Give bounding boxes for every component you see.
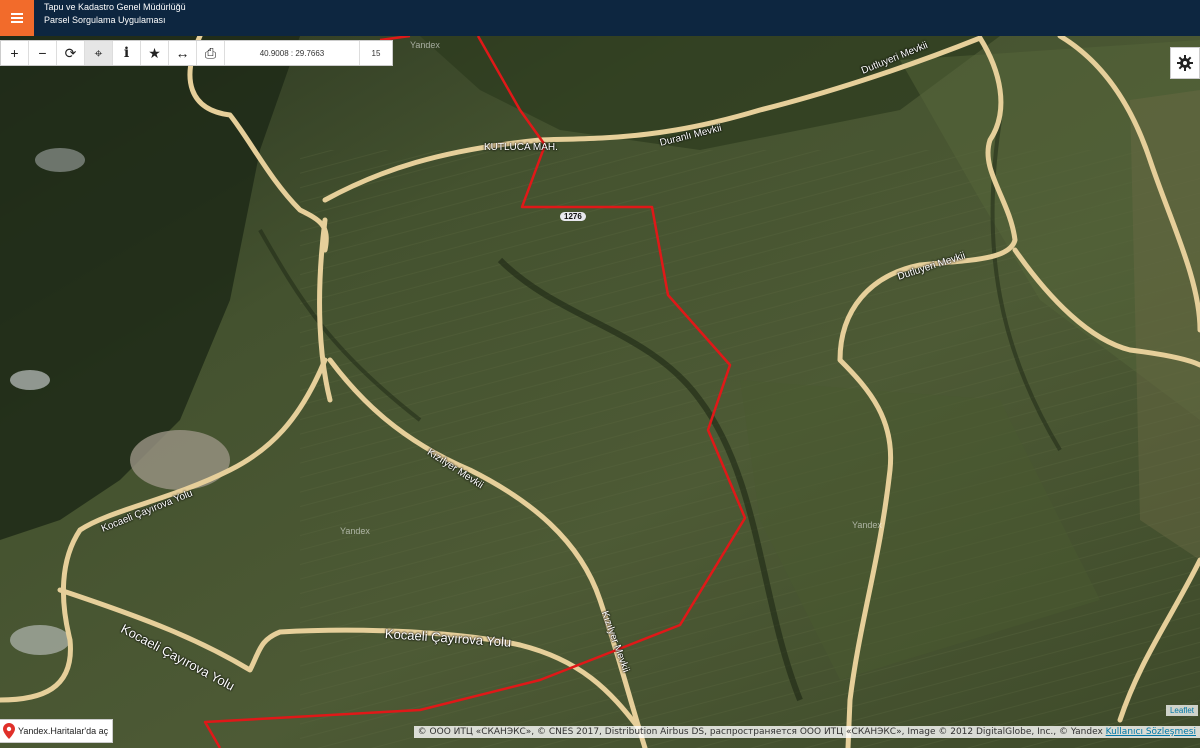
yandex-watermark: Yandex [340,526,370,536]
zoom-out-icon: − [38,45,47,61]
map-canvas[interactable] [0,36,1200,748]
yandex-watermark: Yandex [852,520,882,530]
terms-link[interactable]: Kullanıcı Sözleşmesi [1106,727,1196,737]
locality-label: KUTLUCA MAH. [484,142,558,153]
hamburger-icon [11,13,23,23]
leaflet-link[interactable]: Leaflet [1165,705,1198,716]
favorite-button[interactable]: ★ [141,41,169,65]
print-icon: ⎙ [204,44,217,61]
info-button[interactable]: i [113,41,141,65]
measure-icon: ↔ [175,45,190,61]
settings-button[interactable] [1170,47,1200,79]
satellite-map[interactable]: Dutluyeri Mevkii Duranlı Mevkii KUTLUCA … [0,36,1200,748]
locate-icon: ⌖ [94,44,103,61]
measure-button[interactable]: ↔ [169,41,197,65]
zoom-in-button[interactable]: + [1,41,29,65]
menu-button[interactable] [0,0,34,36]
app-title: Tapu ve Kadastro Genel Müdürlüğü [44,2,186,12]
app-header: Tapu ve Kadastro Genel Müdürlüğü Parsel … [0,0,1200,36]
refresh-button[interactable]: ⟳ [57,41,85,65]
gear-icon [1177,55,1193,71]
map-toolbar: + − ⟳ ⌖ i ★ ↔ ⎙ 40.9008 : 29.7663 15 [0,40,393,66]
zoom-out-button[interactable]: − [29,41,57,65]
map-attribution: © ООО ИТЦ «СКАНЭКС», © CNES 2017, Distri… [413,726,1200,738]
refresh-icon: ⟳ [64,44,77,61]
app-subtitle: Parsel Sorgulama Uygulaması [44,15,166,25]
attribution-text: © ООО ИТЦ «СКАНЭКС», © CNES 2017, Distri… [417,727,1106,737]
info-icon: i [123,45,130,61]
yandex-watermark: Yandex [410,40,440,50]
print-button[interactable]: ⎙ [197,41,225,65]
parcel-number-label[interactable]: 1276 [560,212,586,221]
coordinates-readout: 40.9008 : 29.7663 [225,41,360,65]
open-in-yandex-label: Yandex.Haritalar'da aç [18,726,109,736]
map-pin-icon [3,723,15,739]
locate-button[interactable]: ⌖ [85,41,113,65]
star-icon: ★ [148,44,161,61]
open-in-yandex-link[interactable]: Yandex.Haritalar'da aç [0,719,114,743]
zoom-in-icon: + [10,45,19,61]
zoom-level-readout: 15 [371,48,381,58]
